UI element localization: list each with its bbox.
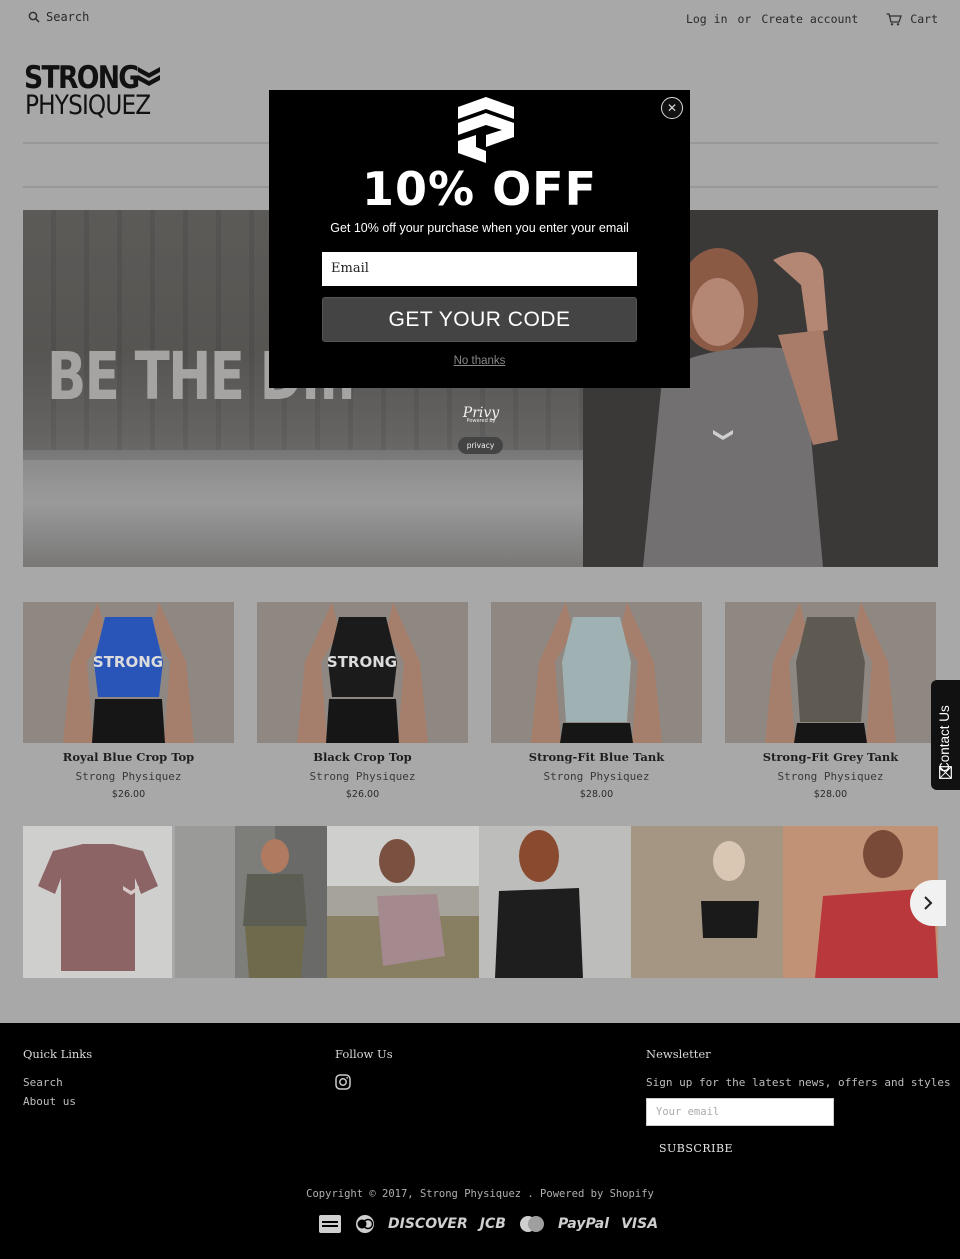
footer-link-search[interactable]: Search [23, 1076, 63, 1089]
payment-icons: DISCOVER JCB PayPal VISA [318, 1214, 658, 1234]
login-link[interactable]: Log in [686, 12, 728, 26]
gallery-item[interactable] [175, 826, 327, 978]
product-image[interactable]: STRONG [23, 602, 234, 743]
hero-ground [23, 460, 663, 567]
discount-popup: ✕ 10% OFF Get 10% off your purchase when… [269, 90, 690, 388]
header-search[interactable]: Search [28, 10, 89, 24]
top-bar: Search Log in or Create account Cart [0, 0, 960, 40]
gallery-photo [495, 830, 583, 978]
newsletter-email-input[interactable]: Your email [646, 1098, 834, 1126]
logo-chevron-icon [138, 67, 160, 86]
product-name[interactable]: Royal Blue Crop Top [23, 750, 234, 764]
contact-us-tab[interactable]: Contact Us [931, 680, 960, 790]
product-price: $26.00 [345, 789, 380, 800]
product-name[interactable]: Strong-Fit Blue Tank [491, 750, 702, 764]
product-price: $28.00 [579, 789, 614, 800]
diners-club-icon [356, 1215, 374, 1233]
newsletter-heading: Newsletter [646, 1047, 711, 1061]
cart-link[interactable]: Cart [886, 12, 938, 26]
product-price: $28.00 [813, 789, 848, 800]
no-thanks-link[interactable]: No thanks [269, 355, 690, 367]
gallery-shirt-image [38, 844, 158, 971]
subscribe-button[interactable]: SUBSCRIBE [659, 1142, 733, 1155]
cart-label[interactable]: Cart [910, 12, 938, 26]
gallery-photo [631, 826, 783, 978]
gallery-item[interactable] [479, 826, 631, 978]
product-name[interactable]: Black Crop Top [257, 750, 468, 764]
popup-brand-logo-icon [458, 97, 514, 163]
mastercard-icon [519, 1216, 544, 1232]
search-icon [28, 11, 40, 23]
popup-close-button[interactable]: ✕ [661, 97, 683, 119]
product-card[interactable]: Strong-Fit Blue Tank Strong Physiquez $28.… [491, 602, 702, 800]
account-links: Log in or Create account Cart [686, 12, 938, 26]
get-code-button[interactable]: GET YOUR CODE [322, 297, 637, 342]
privacy-button[interactable]: privacy [458, 437, 503, 454]
svg-text:STRONG: STRONG [327, 653, 397, 671]
follow-heading: Follow Us [335, 1047, 393, 1061]
paypal-icon: PayPal [557, 1216, 610, 1232]
instagram-gallery [23, 826, 938, 978]
product-image[interactable] [491, 602, 702, 743]
chevron-right-icon [924, 896, 933, 910]
gallery-photo [327, 826, 479, 978]
footer-link-about[interactable]: About us [23, 1095, 76, 1108]
product-card[interactable]: STRONG Black Crop Top Strong Physiquez $26.… [257, 602, 468, 800]
quick-links-heading: Quick Links [23, 1047, 93, 1061]
gallery-item[interactable] [631, 826, 783, 978]
product-name[interactable]: Strong-Fit Grey Tank [725, 750, 936, 764]
copyright-text: Copyright © 2017, Strong Physiquez . Pow… [306, 1188, 654, 1200]
product-price: $26.00 [111, 789, 146, 800]
product-image[interactable]: STRONG [257, 602, 468, 743]
product-vendor: Strong Physiquez [777, 770, 884, 783]
instagram-icon[interactable] [335, 1074, 351, 1090]
cart-icon [886, 12, 903, 25]
contact-us-label[interactable]: Contact Us [937, 705, 952, 772]
privy-badge[interactable]: Privy Powered by [455, 405, 507, 424]
product-vendor: Strong Physiquez [75, 770, 182, 783]
product-vendor: Strong Physiquez [543, 770, 650, 783]
discover-icon: DISCOVER [388, 1216, 468, 1232]
svg-text:STRONG: STRONG [93, 653, 163, 671]
product-card[interactable]: STRONG Royal Blue Crop Top Strong Physique… [23, 602, 234, 800]
visa-icon: VISA [621, 1216, 659, 1232]
product-card[interactable]: Strong-Fit Grey Tank Strong Physiquez $28.… [725, 602, 936, 800]
jcb-icon: JCB [479, 1216, 506, 1232]
product-vendor: Strong Physiquez [309, 770, 416, 783]
search-label[interactable]: Search [46, 10, 89, 24]
popup-headline: 10% OFF [361, 162, 598, 216]
amex-icon [319, 1215, 341, 1233]
popup-email-input[interactable]: Email [322, 252, 637, 286]
site-logo[interactable]: STRONG PHYSIQUEZ [24, 60, 164, 122]
site-footer: Quick Links Search About us Follow Us Ne… [0, 1023, 960, 1259]
popup-subtext: Get 10% off your purchase when you enter… [330, 221, 629, 235]
gallery-photo [175, 826, 327, 978]
logo-line-2: PHYSIQUEZ [25, 90, 151, 121]
create-account-link[interactable]: Create account [761, 12, 858, 26]
gallery-item[interactable] [327, 826, 479, 978]
mail-icon [939, 766, 952, 779]
gallery-item[interactable] [23, 826, 172, 978]
or-separator: or [737, 12, 752, 26]
product-image[interactable] [725, 602, 936, 743]
newsletter-text: Sign up for the latest news, offers and … [646, 1076, 951, 1089]
